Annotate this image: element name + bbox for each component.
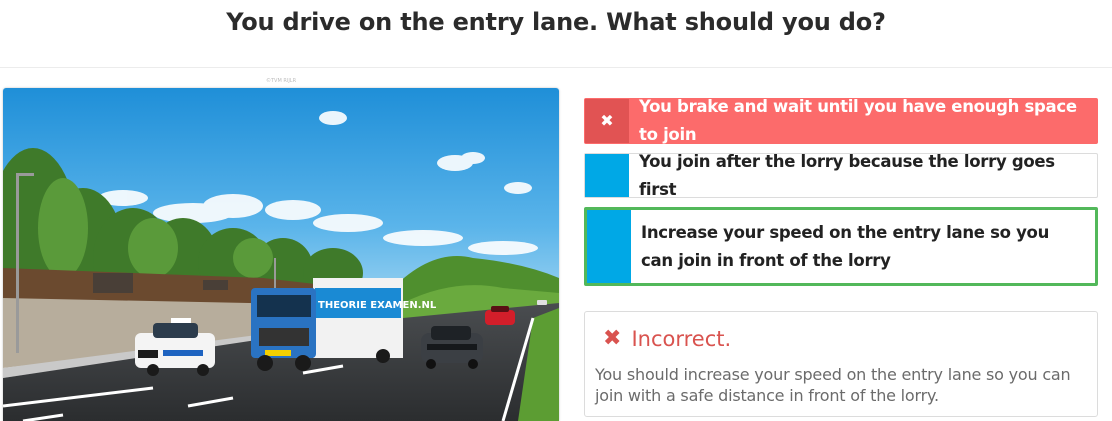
answer-option-3[interactable]: Increase your speed on the entry lane so… [584,207,1098,286]
answer-option-1[interactable]: ✖ You brake and wait until you have enou… [584,97,1098,144]
image-copyright: ©TVM RIJLR [266,78,297,84]
answer-marker-2 [585,154,629,197]
answer-option-2[interactable]: You join after the lorry because the lor… [584,152,1098,199]
feedback-title-row: ✖ Incorrect. [603,326,731,351]
question-title: You drive on the entry lane. What should… [226,8,886,36]
close-icon: ✖ [585,99,629,143]
question-header: You drive on the entry lane. What should… [0,0,1112,68]
answer-marker-3 [587,210,631,283]
answer-option-2-label: You join after the lorry because the lor… [639,151,1055,199]
question-image: THEORIE EXAMEN.NL [3,88,559,421]
feedback-panel: ✖ Incorrect. You should increase your sp… [584,311,1098,417]
answer-option-3-label: Increase your speed on the entry lane so… [641,222,1050,270]
truck-brand-text: THEORIE EXAMEN.NL [318,300,437,311]
answer-option-1-label: You brake and wait until you have enough… [639,97,1077,144]
feedback-explanation: You should increase your speed on the en… [595,365,1071,405]
error-icon: ✖ [603,326,622,351]
feedback-title: Incorrect. [631,326,732,351]
